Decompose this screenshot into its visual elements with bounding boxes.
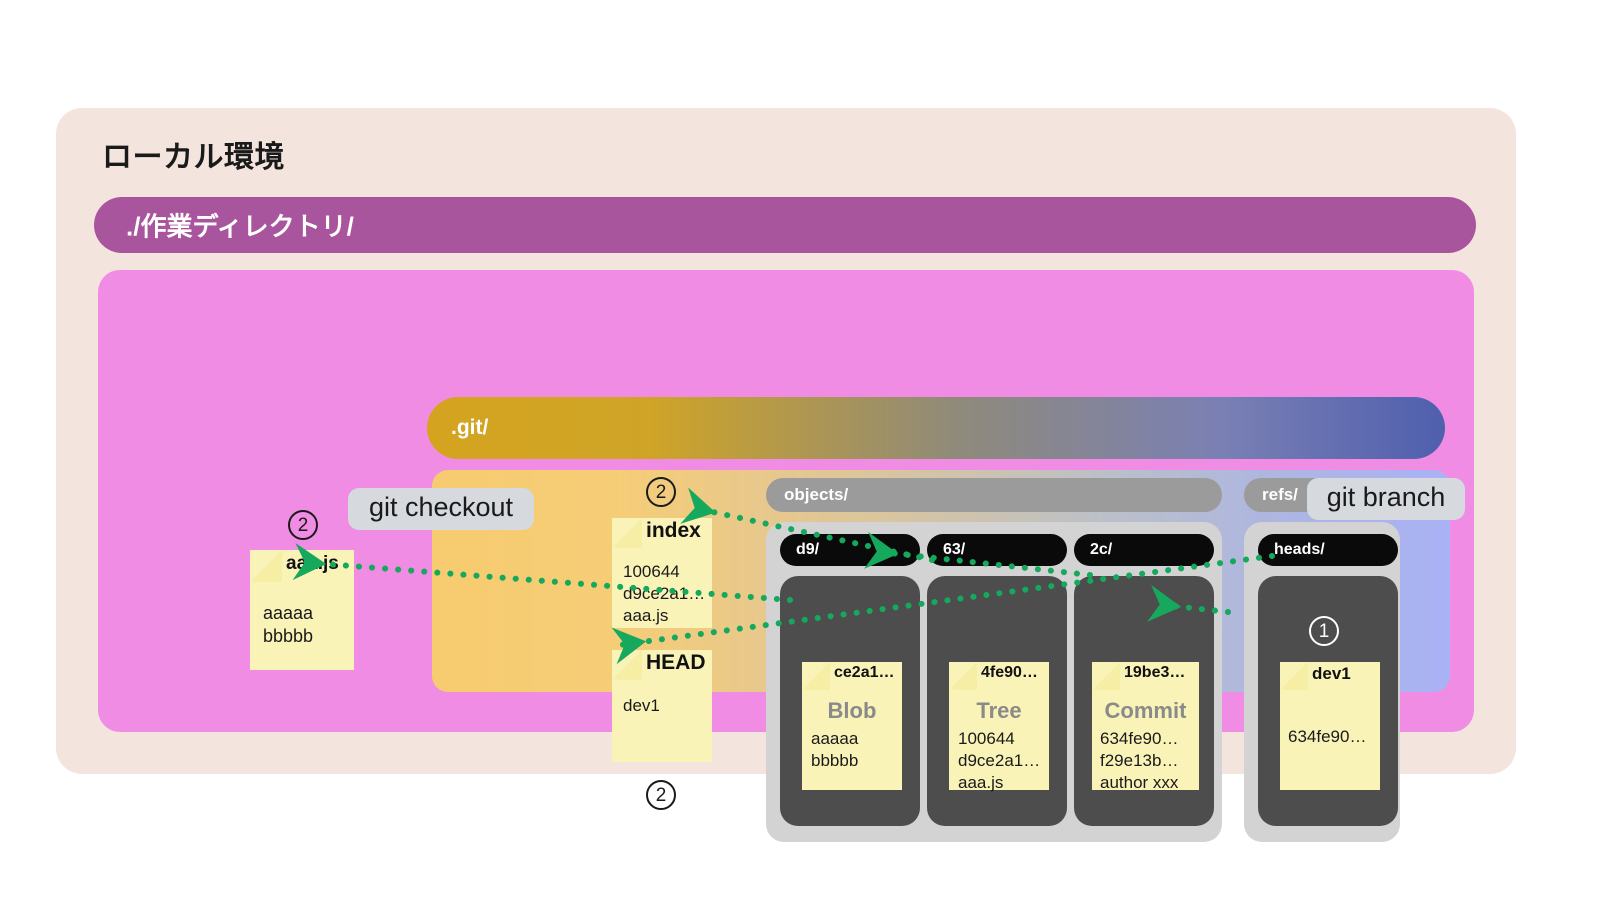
object-slot-d9: ce2a1… Blob aaaaa bbbbb bbox=[780, 576, 920, 826]
folded-corner-icon bbox=[1092, 662, 1120, 690]
diagram-canvas: ローカル環境 ./作業ディレクトリ/ 2 aaa.js aaaaa bbbbb … bbox=[0, 0, 1600, 900]
refs-heads-slot: 1 dev1 634fe90… bbox=[1258, 576, 1398, 826]
objects-directory-label: objects/ bbox=[784, 485, 849, 504]
folded-corner-icon bbox=[612, 650, 642, 680]
step-badge-index-top: 2 bbox=[646, 477, 676, 507]
folded-corner-icon bbox=[612, 518, 642, 548]
ref-card-dev1: dev1 634fe90… bbox=[1280, 662, 1380, 790]
file-card-title: HEAD bbox=[646, 651, 706, 674]
folded-corner-icon bbox=[1280, 662, 1308, 690]
file-card-lines: dev1 bbox=[623, 696, 660, 715]
local-environment-panel: ローカル環境 ./作業ディレクトリ/ 2 aaa.js aaaaa bbbbb … bbox=[56, 108, 1516, 842]
object-card-tree: 4fe90… Tree 100644 d9ce2a1… aaa.js bbox=[949, 662, 1049, 792]
objects-group-box: d9/ ce2a1… Blob aaaaa bbbbb 63/ 4fe90… T… bbox=[766, 522, 1222, 842]
git-directory-panel: 2 index 100644 d9ce2a1… aaa.js HEAD dev1… bbox=[432, 470, 1450, 842]
working-directory-body: 2 aaa.js aaaaa bbbbb .git/ 2 index 10064… bbox=[98, 270, 1474, 842]
object-hash: 4fe90… bbox=[981, 664, 1038, 681]
file-card-index: index 100644 d9ce2a1… aaa.js bbox=[612, 518, 712, 628]
step-badge-refs-heads: 1 bbox=[1309, 616, 1339, 646]
file-card-title: aaa.js bbox=[286, 553, 339, 574]
object-folder-header-d9: d9/ bbox=[780, 534, 920, 566]
file-card-lines: 100644 d9ce2a1… aaa.js bbox=[623, 562, 706, 625]
object-lines: 100644 d9ce2a1… aaa.js bbox=[958, 729, 1041, 792]
file-card-head: HEAD dev1 bbox=[612, 650, 712, 762]
file-card-title: index bbox=[646, 519, 701, 542]
object-type-label: Tree bbox=[976, 698, 1022, 723]
refs-heads-header: heads/ bbox=[1258, 534, 1398, 566]
git-directory-label: .git/ bbox=[451, 416, 489, 439]
page-title: ローカル環境 bbox=[102, 141, 285, 174]
refs-heads-label: heads/ bbox=[1274, 541, 1325, 558]
object-slot-63: 4fe90… Tree 100644 d9ce2a1… aaa.js bbox=[927, 576, 1067, 826]
file-card-lines: aaaaa bbbbb bbox=[263, 603, 314, 647]
object-lines: aaaaa bbbbb bbox=[811, 729, 859, 770]
file-card-aaa-js: aaa.js aaaaa bbbbb bbox=[250, 550, 354, 670]
object-hash: 19be3… bbox=[1124, 664, 1186, 681]
object-folder-header-2c: 2c/ bbox=[1074, 534, 1214, 566]
refs-directory-label: refs/ bbox=[1262, 485, 1298, 504]
folded-corner-icon bbox=[250, 550, 282, 582]
object-card-blob: ce2a1… Blob aaaaa bbbbb bbox=[802, 662, 902, 790]
object-folder-label: 2c/ bbox=[1090, 541, 1113, 558]
command-badge-git-checkout[interactable]: git checkout bbox=[348, 488, 534, 530]
git-directory-header: .git/ bbox=[427, 397, 1445, 459]
command-badge-git-branch[interactable]: git branch bbox=[1307, 478, 1465, 520]
object-folder-label: 63/ bbox=[943, 541, 966, 558]
folded-corner-icon bbox=[949, 662, 977, 690]
working-directory-label: ./作業ディレクトリ/ bbox=[126, 211, 354, 242]
object-folder-label: d9/ bbox=[796, 541, 820, 558]
object-folder-header-63: 63/ bbox=[927, 534, 1067, 566]
object-card-commit: 19be3… Commit 634fe90… f29e13b… author x… bbox=[1092, 662, 1199, 792]
folded-corner-icon bbox=[802, 662, 830, 690]
objects-directory-header: objects/ bbox=[766, 478, 1222, 512]
object-slot-2c: 19be3… Commit 634fe90… f29e13b… author x… bbox=[1074, 576, 1214, 826]
step-badge-index-bottom: 2 bbox=[646, 780, 676, 810]
step-badge-workdir-file: 2 bbox=[288, 510, 318, 540]
object-type-label: Blob bbox=[827, 698, 877, 723]
object-type-label: Commit bbox=[1104, 698, 1187, 723]
object-lines: 634fe90… f29e13b… author xxx bbox=[1100, 729, 1179, 792]
working-directory-header: ./作業ディレクトリ/ bbox=[94, 197, 1476, 253]
ref-card-lines: 634fe90… bbox=[1288, 727, 1367, 746]
refs-group-box: heads/ 1 dev1 634fe90… bbox=[1244, 522, 1400, 842]
ref-card-title: dev1 bbox=[1312, 664, 1351, 683]
object-hash: ce2a1… bbox=[834, 664, 895, 681]
